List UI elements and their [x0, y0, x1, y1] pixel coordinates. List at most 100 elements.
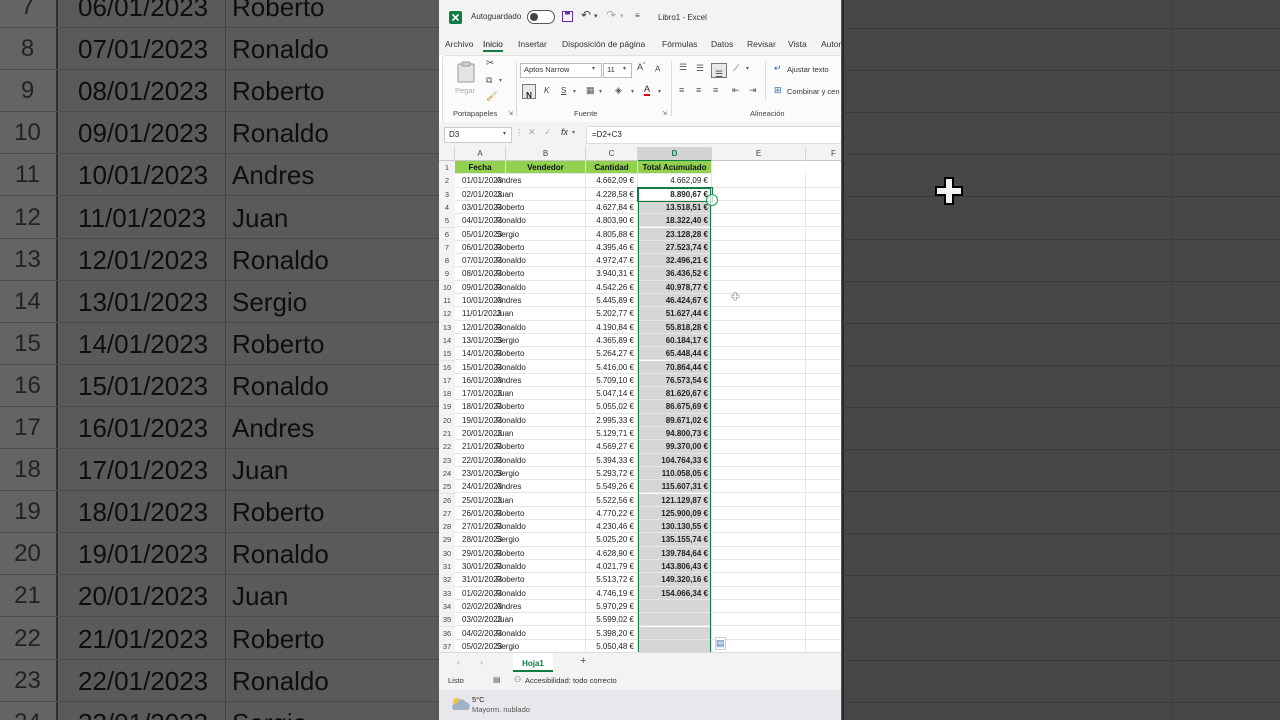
- empty-cell[interactable]: [712, 506, 806, 521]
- row-header[interactable]: 23: [439, 453, 455, 468]
- quantity-cell[interactable]: 4.365,89 €: [586, 333, 638, 348]
- empty-cell[interactable]: [806, 321, 841, 334]
- empty-cell[interactable]: [712, 599, 806, 614]
- column-header-a[interactable]: A: [455, 147, 506, 161]
- empty-cell[interactable]: [712, 639, 806, 652]
- empty-cell[interactable]: [806, 400, 841, 414]
- row-header[interactable]: 29: [439, 533, 455, 548]
- empty-cell[interactable]: [806, 347, 841, 361]
- vendor-cell[interactable]: Ronaldo: [493, 586, 586, 600]
- total-cell[interactable]: 65.448,44 €: [638, 347, 712, 361]
- copy-icon[interactable]: ⧉: [486, 75, 492, 86]
- paste-button[interactable]: Pegar: [453, 59, 479, 99]
- empty-cell[interactable]: [806, 387, 841, 401]
- empty-cell[interactable]: [806, 547, 841, 560]
- vendor-cell[interactable]: Sergio: [493, 639, 586, 652]
- column-header-e[interactable]: E: [712, 147, 806, 161]
- customize-toolbar-icon[interactable]: ≡: [635, 11, 640, 20]
- wrap-text-icon[interactable]: ↵: [774, 63, 782, 74]
- total-cell[interactable]: 143.806,43 €: [638, 560, 712, 574]
- vendor-cell[interactable]: Roberto: [493, 240, 586, 255]
- empty-cell[interactable]: [712, 413, 806, 427]
- vendor-cell[interactable]: Roberto: [493, 400, 586, 414]
- total-cell[interactable]: 46.424,67 €: [638, 294, 712, 308]
- quantity-cell[interactable]: 4.628,90 €: [586, 546, 638, 560]
- format-painter-icon[interactable]: 🖌: [486, 91, 497, 102]
- align-top-icon[interactable]: ☰: [679, 62, 687, 73]
- row-header[interactable]: 3: [439, 187, 455, 202]
- column-header-d[interactable]: D: [638, 147, 712, 162]
- row-header[interactable]: 7: [439, 240, 455, 256]
- quantity-cell[interactable]: 5.513,72 €: [586, 573, 638, 587]
- total-cell[interactable]: 135.155,74 €: [638, 533, 712, 547]
- total-cell[interactable]: 4.662,09 €: [638, 174, 712, 188]
- vendor-cell[interactable]: Juan: [493, 613, 586, 627]
- empty-cell[interactable]: [712, 333, 806, 348]
- empty-cell[interactable]: [712, 586, 806, 600]
- tab-datos[interactable]: Datos: [711, 39, 733, 49]
- empty-cell[interactable]: [806, 254, 841, 268]
- row-header[interactable]: 30: [439, 546, 455, 561]
- quantity-cell[interactable]: 5.599,02 €: [586, 613, 638, 627]
- empty-cell[interactable]: [806, 281, 841, 294]
- font-name-select[interactable]: Aptos Narrow ▾: [520, 63, 602, 78]
- empty-cell[interactable]: [712, 573, 806, 587]
- row-header[interactable]: 27: [439, 506, 455, 522]
- row-header[interactable]: 5: [439, 214, 455, 229]
- empty-cell[interactable]: [806, 214, 841, 228]
- increase-indent-icon[interactable]: ⇥: [749, 85, 757, 96]
- empty-cell[interactable]: [712, 613, 806, 627]
- quantity-cell[interactable]: 5.293,72 €: [586, 466, 638, 481]
- empty-cell[interactable]: [806, 640, 841, 652]
- row-header[interactable]: 19: [439, 400, 455, 415]
- vendor-cell[interactable]: Andres: [493, 599, 586, 614]
- accessibility-status[interactable]: Accesibilidad: todo correcto: [525, 676, 617, 685]
- total-cell[interactable]: [638, 613, 712, 627]
- vendor-cell[interactable]: Juan: [493, 493, 586, 507]
- total-cell[interactable]: 94.800,73 €: [638, 427, 712, 441]
- fill-handle[interactable]: [706, 193, 718, 206]
- add-sheet-icon[interactable]: +: [580, 655, 586, 667]
- row-header[interactable]: 31: [439, 560, 455, 575]
- empty-cell[interactable]: [806, 627, 841, 640]
- total-cell[interactable]: 55.818,28 €: [638, 320, 712, 334]
- name-box[interactable]: D3 ▾: [444, 127, 512, 143]
- empty-cell[interactable]: [806, 228, 841, 241]
- empty-cell[interactable]: [712, 533, 806, 547]
- quantity-cell[interactable]: 4.805,88 €: [586, 227, 638, 241]
- tab-inicio[interactable]: Inicio: [483, 39, 503, 52]
- row-header[interactable]: 13: [439, 320, 455, 335]
- underline-button[interactable]: S: [561, 86, 566, 95]
- total-cell[interactable]: 40.978,77 €: [638, 280, 712, 294]
- quantity-cell[interactable]: 5.549,26 €: [586, 480, 638, 494]
- empty-cell[interactable]: [806, 294, 841, 308]
- total-cell[interactable]: [638, 599, 712, 614]
- empty-cell[interactable]: [806, 241, 841, 255]
- empty-cell[interactable]: [712, 466, 806, 481]
- total-cell[interactable]: 130.130,55 €: [638, 520, 712, 534]
- empty-cell[interactable]: [712, 400, 806, 414]
- vendor-cell[interactable]: Sergio: [493, 533, 586, 547]
- vendor-cell[interactable]: Ronaldo: [493, 560, 586, 574]
- column-header-b[interactable]: B: [506, 147, 586, 161]
- row-header[interactable]: 16: [439, 360, 455, 375]
- empty-cell[interactable]: [712, 387, 806, 401]
- row-header[interactable]: 12: [439, 307, 455, 322]
- empty-cell[interactable]: [806, 201, 841, 215]
- quantity-cell[interactable]: 5.025,20 €: [586, 533, 638, 547]
- empty-cell[interactable]: [806, 494, 841, 507]
- vendor-cell[interactable]: Roberto: [493, 347, 586, 361]
- row-header[interactable]: 4: [439, 200, 455, 216]
- row-header[interactable]: 21: [439, 427, 455, 442]
- total-cell[interactable]: 139.784,64 €: [638, 546, 712, 560]
- cut-icon[interactable]: ✂: [486, 58, 494, 69]
- row-header[interactable]: 32: [439, 573, 455, 588]
- total-cell[interactable]: 125.900,09 €: [638, 506, 712, 521]
- empty-cell[interactable]: [806, 374, 841, 388]
- vendor-cell[interactable]: Ronaldo: [493, 626, 586, 640]
- row-header[interactable]: 28: [439, 520, 455, 535]
- row-header[interactable]: 18: [439, 387, 455, 402]
- column-header-c[interactable]: C: [586, 147, 638, 161]
- row-header[interactable]: 1: [439, 161, 455, 176]
- bold-button[interactable]: N: [522, 84, 536, 100]
